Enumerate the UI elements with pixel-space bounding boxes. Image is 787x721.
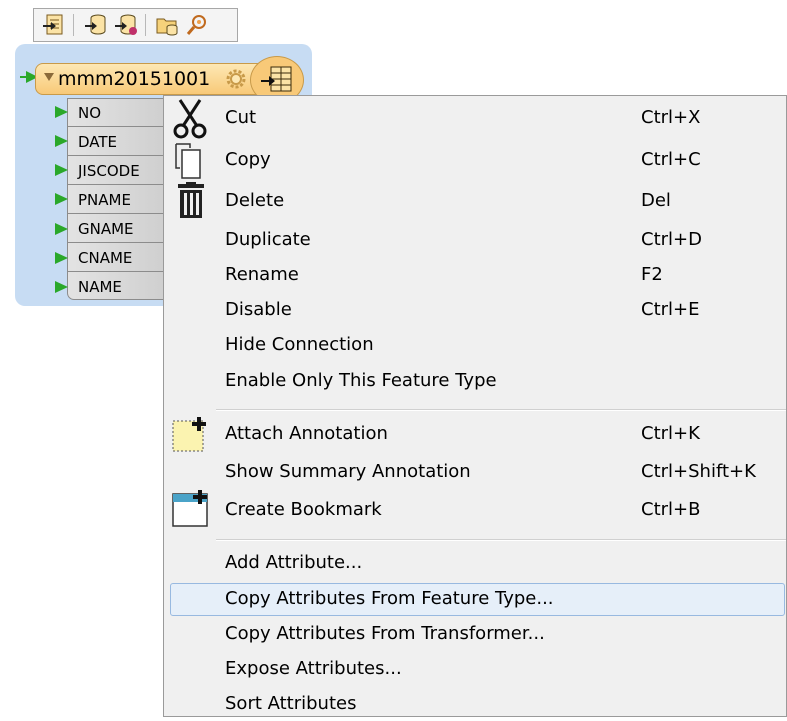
menu-item-label: Disable: [225, 299, 292, 320]
attribute-row[interactable]: JISCODE: [68, 157, 166, 185]
menu-item-label: Attach Annotation: [225, 423, 388, 444]
menu-item-cut[interactable]: Cut Ctrl+X: [164, 99, 786, 139]
toolbar-separator: [73, 14, 74, 36]
menu-item-shortcut: Ctrl+X: [641, 107, 701, 128]
menu-item-sort-attributes[interactable]: Sort Attributes: [164, 687, 786, 721]
attribute-list: NO DATE JISCODE PNAME GNAME CNAME NAME: [67, 98, 167, 300]
node-title: mmm20151001: [58, 68, 211, 90]
menu-item-label: Cut: [225, 107, 257, 128]
attribute-row[interactable]: PNAME: [68, 186, 166, 214]
menu-item-shortcut: Ctrl+E: [641, 299, 700, 320]
menu-item-copy-attributes-from-feature-type[interactable]: Copy Attributes From Feature Type...: [164, 582, 786, 616]
menu-item-label: Add Attribute...: [225, 552, 363, 573]
attribute-row[interactable]: NAME: [68, 273, 166, 301]
attribute-port-icon[interactable]: [53, 163, 69, 177]
copy-icon: [175, 143, 201, 179]
menu-item-label: Rename: [225, 264, 299, 285]
menu-item-hide-connection[interactable]: Hide Connection: [164, 328, 786, 362]
menu-item-enable-only-feature-type[interactable]: Enable Only This Feature Type: [164, 364, 786, 398]
menu-item-disable[interactable]: Disable Ctrl+E: [164, 293, 786, 327]
menu-item-label: Delete: [225, 190, 285, 211]
remove-source-icon[interactable]: [113, 13, 139, 37]
menu-item-shortcut: Ctrl+B: [641, 499, 701, 520]
menu-item-delete[interactable]: Delete Del: [164, 182, 786, 218]
gear-icon[interactable]: [224, 67, 248, 91]
menu-item-expose-attributes[interactable]: Expose Attributes...: [164, 652, 786, 686]
attribute-port-icon[interactable]: [53, 280, 69, 294]
menu-item-duplicate[interactable]: Duplicate Ctrl+D: [164, 223, 786, 257]
bookmark-icon: [172, 490, 208, 527]
toolbar-separator: [145, 14, 146, 36]
insert-reader-icon[interactable]: [41, 13, 67, 37]
menu-item-rename[interactable]: Rename F2: [164, 258, 786, 292]
inspect-icon[interactable]: [184, 13, 210, 37]
menu-item-copy[interactable]: Copy Ctrl+C: [164, 143, 786, 179]
trash-icon: [178, 182, 204, 218]
open-folder-icon[interactable]: [154, 13, 180, 37]
menu-item-show-summary-annotation[interactable]: Show Summary Annotation Ctrl+Shift+K: [164, 455, 786, 489]
attribute-port-icon[interactable]: [53, 134, 69, 148]
attribute-row[interactable]: NO: [68, 99, 166, 127]
attribute-port-icon[interactable]: [53, 251, 69, 265]
collapse-triangle-icon[interactable]: [43, 72, 55, 82]
attribute-port-icon[interactable]: [53, 192, 69, 206]
menu-item-label: Enable Only This Feature Type: [225, 370, 497, 391]
context-menu: Cut Ctrl+X Copy Ctrl+C Delete Del Duplic…: [163, 95, 787, 717]
attribute-port-icon[interactable]: [53, 222, 69, 236]
menu-item-label: Hide Connection: [225, 334, 374, 355]
menu-item-shortcut: Ctrl+D: [641, 229, 702, 250]
menu-item-create-bookmark[interactable]: Create Bookmark Ctrl+B: [164, 490, 786, 527]
menu-separator: [216, 409, 786, 411]
menu-item-shortcut: Del: [641, 190, 671, 211]
menu-item-shortcut: Ctrl+K: [641, 423, 700, 444]
attribute-row[interactable]: GNAME: [68, 215, 166, 243]
menu-item-copy-attributes-from-transformer[interactable]: Copy Attributes From Transformer...: [164, 617, 786, 651]
menu-item-attach-annotation[interactable]: Attach Annotation Ctrl+K: [164, 417, 786, 452]
menu-item-label: Copy Attributes From Feature Type...: [225, 588, 554, 609]
scissors-icon: [173, 99, 207, 139]
add-source-icon[interactable]: [83, 13, 109, 37]
attribute-port-icon[interactable]: [53, 105, 69, 119]
menu-item-label: Duplicate: [225, 229, 311, 250]
menu-item-add-attribute[interactable]: Add Attribute...: [164, 546, 786, 580]
table-icon: [261, 66, 292, 92]
menu-separator: [216, 539, 786, 541]
menu-item-label: Create Bookmark: [225, 499, 382, 520]
mini-toolbar: [33, 8, 238, 42]
menu-item-shortcut: F2: [641, 264, 663, 285]
attribute-row[interactable]: CNAME: [68, 244, 166, 272]
menu-item-label: Copy Attributes From Transformer...: [225, 623, 545, 644]
menu-item-shortcut: Ctrl+Shift+K: [641, 461, 756, 482]
menu-item-label: Sort Attributes: [225, 693, 357, 714]
attribute-row[interactable]: DATE: [68, 128, 166, 156]
menu-item-label: Expose Attributes...: [225, 658, 402, 679]
annotation-icon: [172, 417, 206, 452]
menu-item-label: Copy: [225, 149, 271, 170]
menu-item-label: Show Summary Annotation: [225, 461, 471, 482]
menu-item-shortcut: Ctrl+C: [641, 149, 701, 170]
